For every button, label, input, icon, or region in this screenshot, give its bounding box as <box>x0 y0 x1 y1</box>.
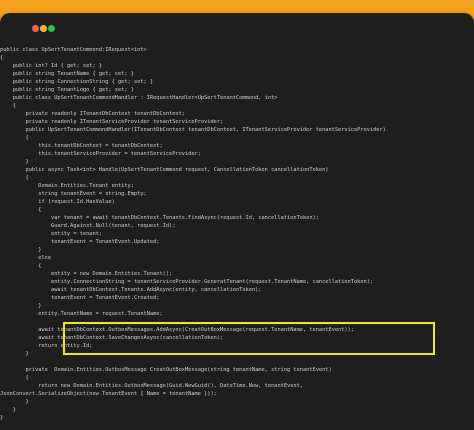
code-line: public int? Id { get; set; } <box>0 63 103 69</box>
code-line: this.tenantServiceProvider = tenantServi… <box>0 151 201 157</box>
code-line: { <box>0 55 4 61</box>
code-line: } <box>0 159 29 165</box>
code-line: await tenantDbContext.Tenants.AddAsync(e… <box>0 287 262 293</box>
code-line: entity.ConnectionString = tenantServiceP… <box>0 279 374 285</box>
highlight-box <box>63 322 435 355</box>
code-line: public string ConnectionString { get; se… <box>0 79 154 85</box>
code-line: tenantEvent = TenantEvent.Updated; <box>0 239 160 245</box>
code-line: } <box>0 351 29 357</box>
code-line: } <box>0 399 29 405</box>
window-titlebar <box>0 13 474 41</box>
code-line: { <box>0 263 42 269</box>
maximize-icon[interactable] <box>48 25 55 32</box>
code-line: var tenant = await tenantDbContext.Tenan… <box>0 215 319 221</box>
code-line: else <box>0 255 52 261</box>
code-line: public UpSertTenantCommondHandler(ITenan… <box>0 127 386 133</box>
code-line: public async Task<int> Handle(UpSertTena… <box>0 167 329 173</box>
code-line: Guard.Against.Null(tenant, request.Id); <box>0 223 176 229</box>
code-line: { <box>0 135 29 141</box>
code-line: return new Domain.Entities.OutboxMessage… <box>0 383 303 389</box>
code-line: string tenantEvent = string.Empty; <box>0 191 147 197</box>
minimize-icon[interactable] <box>40 25 47 32</box>
code-line: public class UpSertTenantCommond:IReques… <box>0 47 147 53</box>
code-line: public class UpSertTenantCommondHandler … <box>0 95 278 101</box>
code-line: private Domain.Entities.OutboxMessage Cr… <box>0 367 332 373</box>
code-line: entity = new Domain.Entities.Tenant(); <box>0 271 173 277</box>
code-line: { <box>0 207 42 213</box>
code-line: Domain.Entities.Tenant entity; <box>0 183 134 189</box>
code-window: public class UpSertTenantCommond:IReques… <box>0 13 474 430</box>
code-line: private readonly ITenantServiceProvider … <box>0 119 224 125</box>
code-line: entity.TenantName = request.TenantName; <box>0 311 163 317</box>
code-line: public string TenantLogo { get; set; } <box>0 87 134 93</box>
code-line: { <box>0 103 16 109</box>
code-line: { <box>0 375 29 381</box>
code-line: JsonConvert.SerializeObject(new TenantEv… <box>0 391 217 397</box>
close-icon[interactable] <box>32 25 39 32</box>
code-line: } <box>0 407 16 413</box>
code-line: private readonly ITenantDbContext tenant… <box>0 111 185 117</box>
code-line: } <box>0 247 42 253</box>
code-line: tenantEvent = TenantEvent.Created; <box>0 295 160 301</box>
code-line: entity = tenant; <box>0 231 103 237</box>
code-line: if (request.Id.HasValue) <box>0 199 115 205</box>
code-line: } <box>0 303 42 309</box>
code-line: { <box>0 175 29 181</box>
code-line: } <box>0 415 4 421</box>
code-line: public string TenantName { get; set; } <box>0 71 134 77</box>
code-line: this.tenantDbContext = tenantDbContext; <box>0 143 163 149</box>
